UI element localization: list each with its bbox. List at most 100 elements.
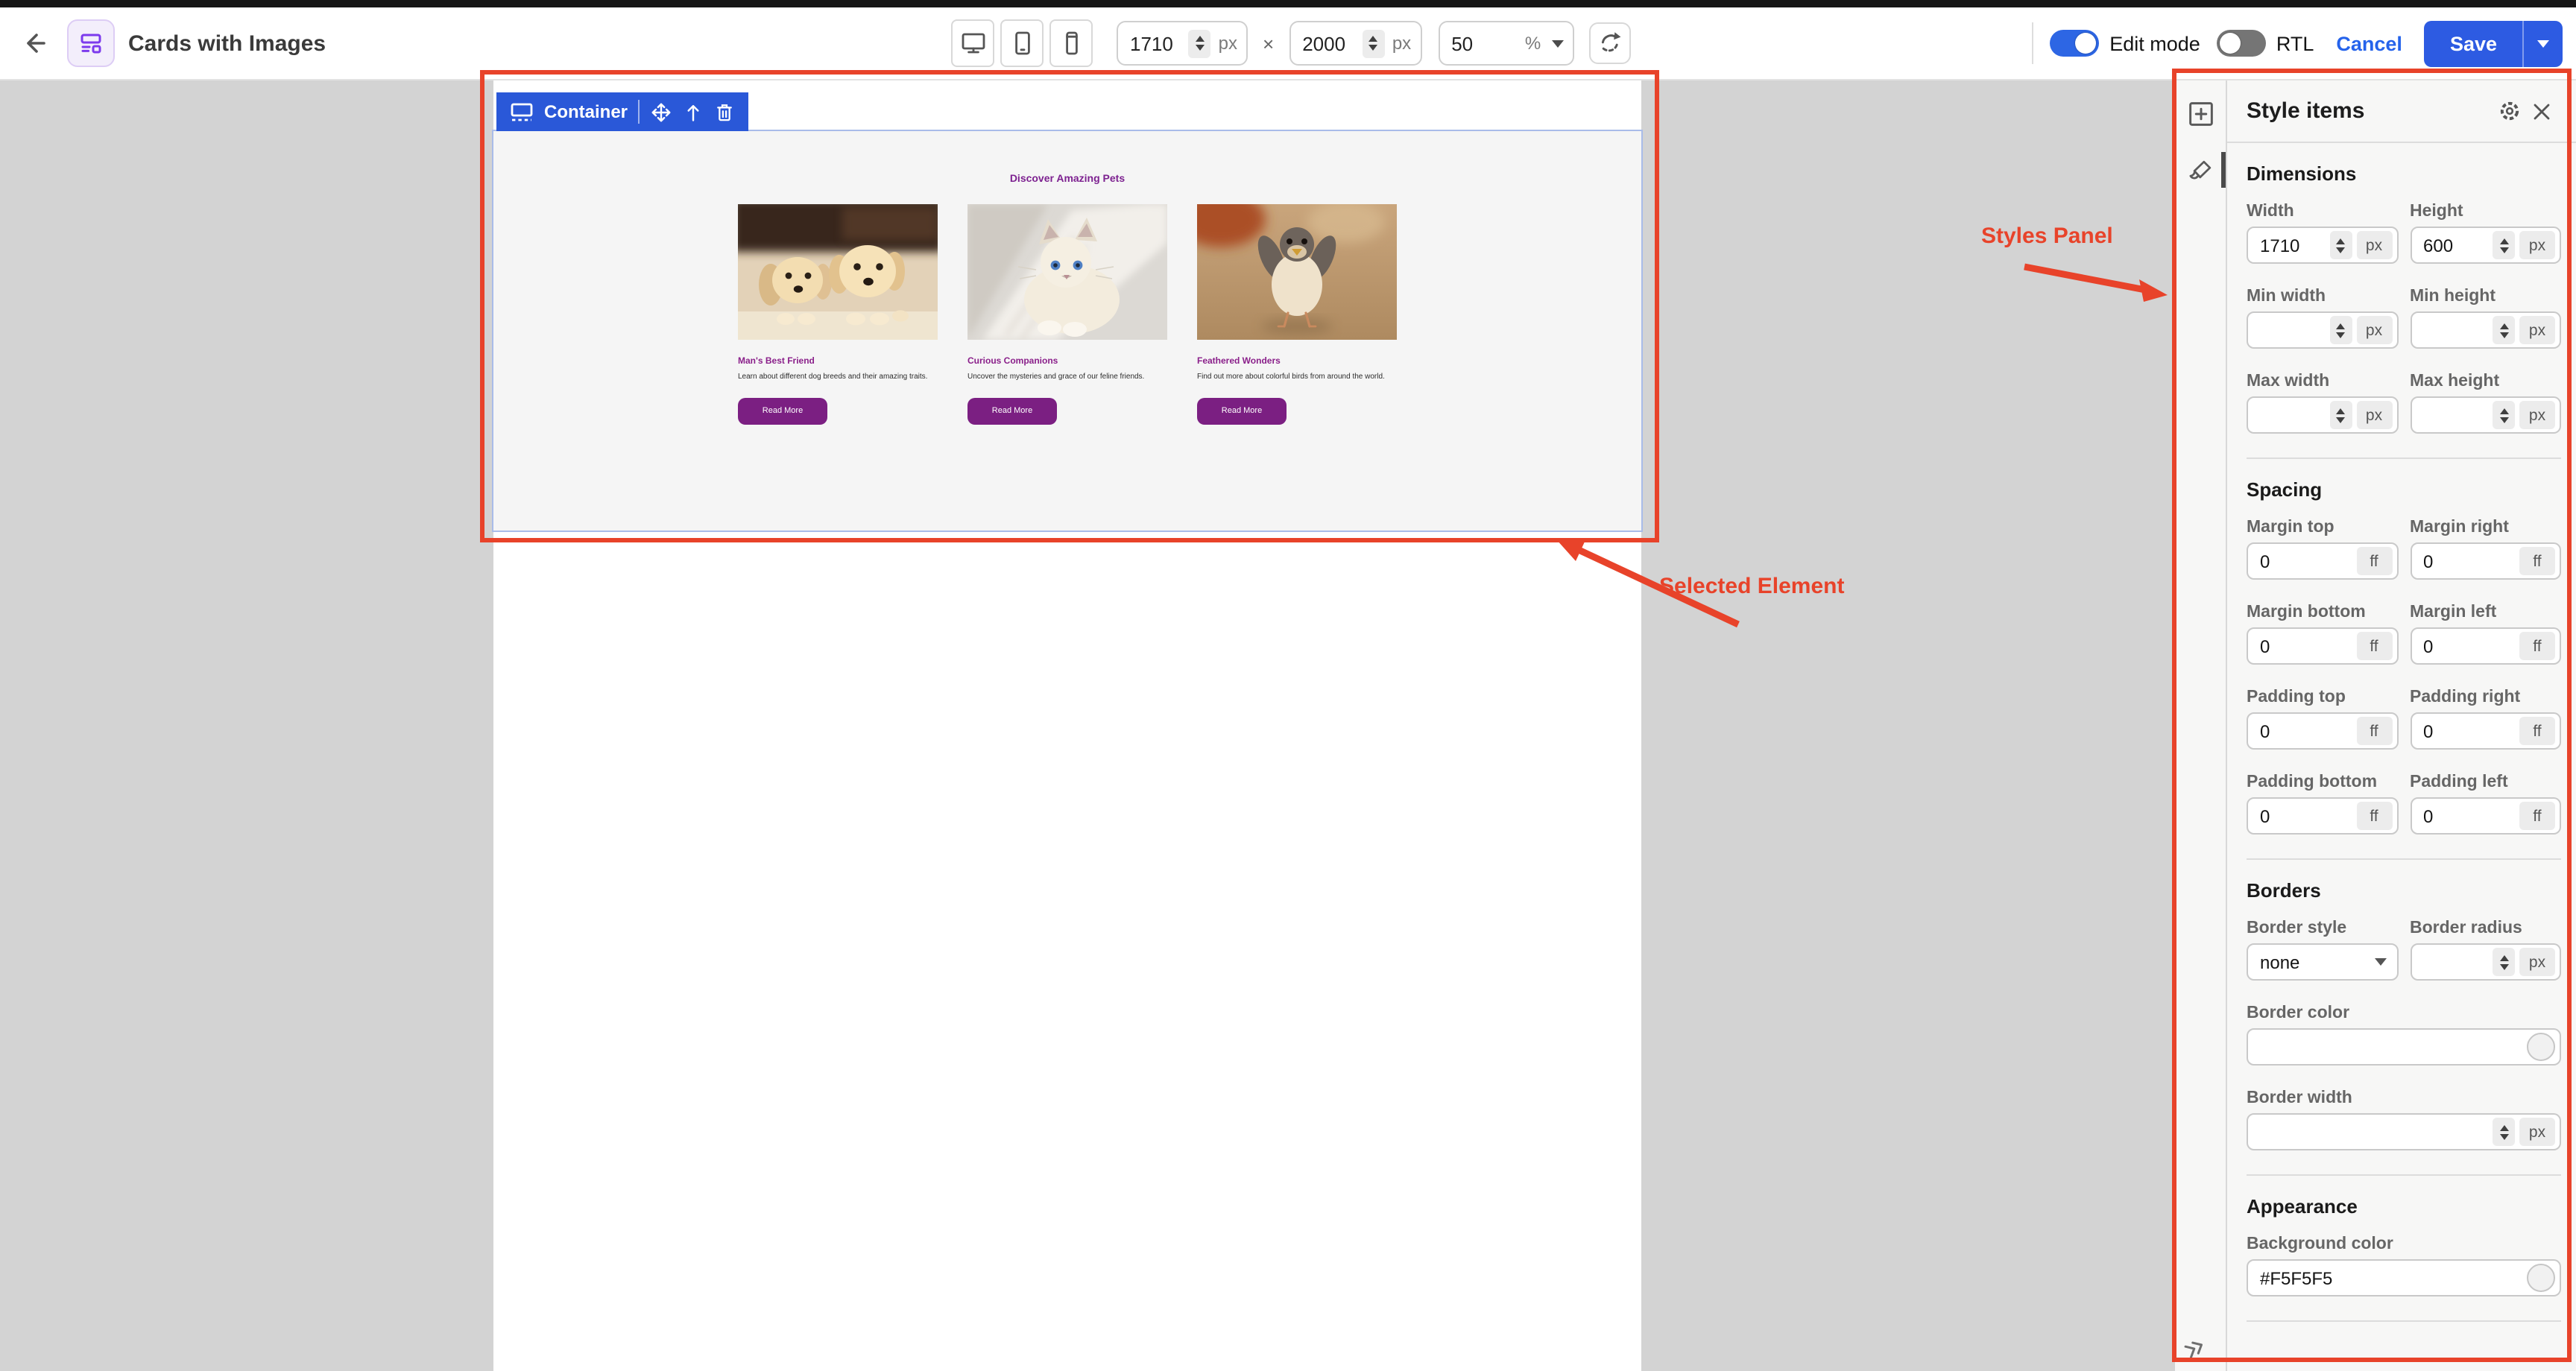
unit-badge: ff [2356, 547, 2392, 575]
zoom-select[interactable]: % [1438, 21, 1573, 66]
save-button[interactable]: Save [2425, 20, 2563, 66]
panel-content: Style items Dimensions Width [2227, 80, 2576, 1371]
border-width-input[interactable]: px [2247, 1113, 2561, 1150]
delete-element-button[interactable] [714, 101, 735, 123]
add-items-tab[interactable] [2187, 100, 2215, 136]
select-parent-button[interactable] [683, 101, 704, 123]
active-tab-indicator [2221, 152, 2226, 188]
canvas-width-value[interactable] [1130, 32, 1184, 54]
card-title[interactable]: Man's Best Friend [738, 358, 938, 367]
panel-settings-button[interactable] [2493, 95, 2525, 127]
canvas-height-input[interactable]: px [1289, 21, 1421, 66]
border-color-input[interactable] [2247, 1028, 2561, 1066]
kitten-image[interactable] [967, 204, 1167, 340]
page-title: Cards with Images [128, 31, 326, 56]
toolbar-separator [638, 100, 640, 124]
margin-bottom-input[interactable]: ff [2247, 627, 2398, 665]
card-description[interactable]: Uncover the mysteries and grace of our f… [967, 373, 1167, 384]
stepper-icon[interactable] [2493, 948, 2515, 976]
bird-image[interactable] [1197, 204, 1397, 340]
padding-top-input[interactable]: ff [2247, 712, 2398, 750]
color-swatch-icon[interactable] [2527, 1033, 2555, 1061]
save-label[interactable]: Save [2425, 20, 2522, 66]
margin-top-input[interactable]: ff [2247, 542, 2398, 580]
stepper-icon[interactable] [2493, 231, 2515, 259]
width-input[interactable]: px [2247, 227, 2398, 264]
field-padding-top: Padding top ff [2247, 688, 2398, 750]
stepper-icon[interactable] [2329, 401, 2352, 429]
field-margin-top: Margin top ff [2247, 519, 2398, 580]
cards-section-heading[interactable]: Discover Amazing Pets [493, 131, 1641, 185]
unit-badge: px [2356, 401, 2392, 429]
height-unit: px [1392, 33, 1411, 54]
back-button[interactable] [15, 24, 54, 63]
read-more-button[interactable]: Read More [967, 398, 1057, 425]
rtl-toggle[interactable] [2217, 30, 2266, 57]
card-dogs[interactable]: Man's Best Friend Learn about different … [738, 204, 938, 425]
height-stepper-icon[interactable] [1363, 29, 1385, 57]
stepper-icon[interactable] [2329, 316, 2352, 344]
stepper-icon[interactable] [2493, 316, 2515, 344]
field-min-height: Min height px [2410, 288, 2561, 349]
close-icon [2531, 101, 2552, 121]
editor-app: Cards with Images px × px [0, 0, 2576, 1371]
close-panel-button[interactable] [2525, 95, 2558, 127]
padding-right-input[interactable]: ff [2410, 712, 2561, 750]
element-type-label: Container [544, 101, 628, 122]
unit-badge: px [2519, 231, 2555, 259]
stepper-icon[interactable] [2329, 231, 2352, 259]
card-description[interactable]: Learn about different dog breeds and the… [738, 373, 938, 384]
mobile-icon [1058, 30, 1085, 57]
width-stepper-icon[interactable] [1189, 29, 1211, 57]
unit-badge: ff [2519, 717, 2555, 745]
unit-badge: ff [2519, 632, 2555, 660]
device-tablet-button[interactable] [1000, 19, 1044, 67]
device-desktop-button[interactable] [951, 19, 994, 67]
top-toolbar: Cards with Images px × px [0, 7, 2576, 80]
read-more-button[interactable]: Read More [1197, 398, 1287, 425]
card-birds[interactable]: Feathered Wonders Find out more about co… [1197, 204, 1397, 425]
canvas-width-input[interactable]: px [1117, 21, 1248, 66]
height-input[interactable]: px [2410, 227, 2561, 264]
move-element-button[interactable] [650, 101, 672, 123]
zoom-unit: % [1525, 33, 1541, 54]
stepper-icon[interactable] [2493, 401, 2515, 429]
color-swatch-icon[interactable] [2527, 1264, 2555, 1292]
arrow-left-icon [21, 30, 48, 57]
card-description[interactable]: Find out more about colorful birds from … [1197, 373, 1397, 384]
padding-left-input[interactable]: ff [2410, 797, 2561, 835]
style-items-tab[interactable] [2187, 156, 2215, 192]
device-mobile-button[interactable] [1049, 19, 1093, 67]
collapse-panel-icon[interactable] [2180, 1334, 2212, 1369]
min-height-input[interactable]: px [2410, 311, 2561, 349]
border-style-select[interactable]: none [2247, 943, 2398, 981]
unit-badge: px [2519, 948, 2555, 976]
margin-right-input[interactable]: ff [2410, 542, 2561, 580]
zoom-value[interactable] [1451, 32, 1487, 54]
stepper-icon[interactable] [2493, 1118, 2515, 1146]
reset-zoom-button[interactable] [1588, 22, 1630, 64]
window-top-strip [0, 0, 2576, 7]
card-cats[interactable]: Curious Companions Uncover the mysteries… [967, 204, 1167, 425]
canvas-height-value[interactable] [1302, 32, 1356, 54]
container-icon [510, 101, 534, 123]
min-width-input[interactable]: px [2247, 311, 2398, 349]
background-color-input[interactable] [2247, 1259, 2561, 1296]
read-more-button[interactable]: Read More [738, 398, 827, 425]
puppies-image[interactable] [738, 204, 938, 340]
field-border-width: Border width px [2247, 1089, 2561, 1150]
padding-bottom-input[interactable]: ff [2247, 797, 2398, 835]
field-border-style: Border style none [2247, 919, 2398, 981]
edit-mode-toggle[interactable] [2050, 30, 2099, 57]
gear-icon [2496, 98, 2522, 124]
margin-left-input[interactable]: ff [2410, 627, 2561, 665]
save-dropdown-button[interactable] [2522, 20, 2563, 66]
selected-container-element[interactable]: Discover Amazing Pets [493, 131, 1641, 531]
card-title[interactable]: Feathered Wonders [1197, 358, 1397, 367]
max-width-input[interactable]: px [2247, 396, 2398, 434]
border-radius-input[interactable]: px [2410, 943, 2561, 981]
card-title[interactable]: Curious Companions [967, 358, 1167, 367]
cancel-button[interactable]: Cancel [2336, 32, 2402, 54]
width-unit: px [1219, 33, 1237, 54]
max-height-input[interactable]: px [2410, 396, 2561, 434]
